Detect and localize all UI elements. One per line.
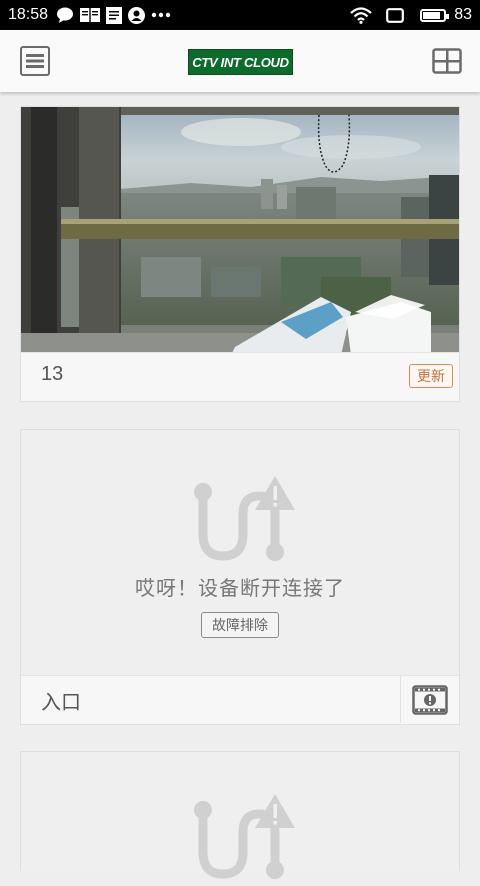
battery-icon — [420, 8, 450, 22]
update-button[interactable]: 更新 — [409, 364, 453, 388]
troubleshoot-button[interactable]: 故障排除 — [201, 612, 279, 638]
camera-card[interactable]: 13 更新 — [20, 106, 460, 402]
camera-footer: 入口 — [21, 675, 459, 724]
camera-card[interactable]: 哎呀！设备断开连接了 故障排除 入口 — [20, 429, 460, 725]
camera-name[interactable]: 13 — [41, 363, 63, 386]
more-dots-icon — [151, 12, 171, 18]
reader-icon — [80, 7, 101, 23]
screen-icon — [386, 7, 405, 23]
document-icon — [106, 6, 123, 24]
app-logo: CTV INT CLOUD — [188, 49, 293, 75]
battery-level: 83 — [454, 6, 472, 23]
offline-message: 哎呀！设备断开连接了 — [135, 576, 345, 600]
wifi-icon — [350, 6, 372, 24]
account-icon — [128, 6, 146, 24]
app-header: CTV INT CLOUD — [0, 30, 480, 92]
offline-placeholder: 哎呀！设备断开连接了 故障排除 — [21, 430, 459, 678]
chat-bubble-icon — [56, 7, 74, 23]
camera-name[interactable]: 入口 — [41, 686, 81, 715]
status-bar: 18:58 83 — [0, 0, 480, 30]
hamburger-menu-icon[interactable] — [20, 46, 50, 76]
grid-layout-icon[interactable] — [432, 48, 462, 74]
status-time: 18:58 — [8, 6, 49, 23]
camera-footer: 13 更新 — [21, 352, 459, 401]
camera-snapshot[interactable] — [21, 107, 459, 355]
camera-card[interactable] — [20, 751, 460, 879]
film-alert-icon[interactable] — [400, 676, 459, 723]
disconnected-icon — [189, 474, 299, 564]
disconnected-icon — [189, 792, 299, 882]
offline-placeholder — [21, 752, 459, 879]
